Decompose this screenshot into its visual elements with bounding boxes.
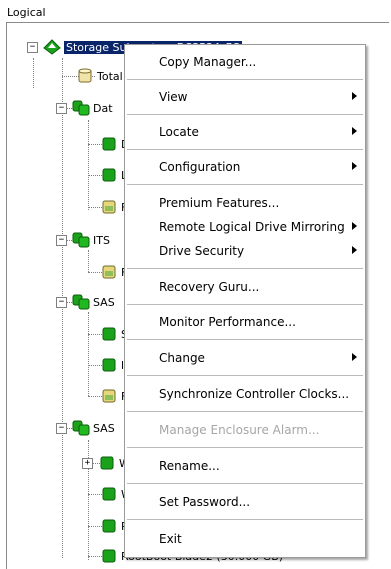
- menu-item-remote-mirroring[interactable]: Remote Logical Drive Mirroring: [125, 216, 365, 238]
- collapse-icon[interactable]: −: [56, 102, 67, 114]
- menu-item-label: Synchronize Controller Clocks...: [159, 387, 350, 401]
- menu-item-set-password[interactable]: Set Password...: [125, 491, 365, 513]
- menu-separator: [127, 339, 363, 340]
- submenu-arrow-icon: [352, 246, 357, 254]
- tree-node-label: SAS: [93, 295, 115, 309]
- context-menu: Copy Manager... View Locate Configuratio…: [124, 44, 366, 558]
- collapse-icon[interactable]: −: [56, 422, 67, 434]
- tree-node-group[interactable]: − SAS: [56, 293, 115, 311]
- tree-node-drive-expandable[interactable]: + W: [82, 454, 130, 472]
- submenu-arrow-icon: [352, 92, 357, 100]
- tree-node-group[interactable]: − SAS: [56, 419, 115, 437]
- menu-separator: [127, 268, 363, 269]
- menu-item-manage-enclosure-alarm: Manage Enclosure Alarm...: [125, 419, 365, 441]
- tree-node-group[interactable]: − ITS: [56, 231, 110, 249]
- menu-item-label: Remote Logical Drive Mirroring: [159, 220, 345, 234]
- logical-drive-icon: [102, 327, 116, 341]
- total-capacity-icon: [78, 68, 92, 83]
- menu-item-label: Monitor Performance...: [159, 315, 296, 329]
- menu-item-copy-manager[interactable]: Copy Manager...: [125, 51, 365, 73]
- expand-icon[interactable]: +: [82, 457, 93, 469]
- submenu-arrow-icon: [352, 353, 357, 361]
- menu-item-exit[interactable]: Exit: [125, 528, 365, 550]
- submenu-arrow-icon: [352, 127, 357, 135]
- array-group-icon: [72, 294, 90, 310]
- menu-item-locate[interactable]: Locate: [125, 121, 365, 143]
- menu-separator: [127, 519, 363, 520]
- submenu-arrow-icon: [352, 162, 357, 170]
- logical-drive-icon: [102, 358, 116, 372]
- menu-item-label: Configuration: [159, 160, 241, 174]
- collapse-icon[interactable]: −: [27, 41, 38, 53]
- menu-item-label: Set Password...: [159, 495, 251, 509]
- storage-subsystem-icon: [43, 39, 61, 55]
- menu-item-label: Rename...: [159, 459, 220, 473]
- collapse-icon[interactable]: −: [56, 296, 67, 308]
- menu-item-synchronize-clocks[interactable]: Synchronize Controller Clocks...: [125, 383, 365, 405]
- submenu-arrow-icon: [352, 222, 357, 230]
- menu-item-label: View: [159, 90, 188, 104]
- menu-item-label: Recovery Guru...: [159, 280, 260, 294]
- logical-drive-icon: [102, 549, 116, 563]
- menu-separator: [127, 184, 363, 185]
- array-group-icon: [72, 232, 90, 248]
- menu-item-rename[interactable]: Rename...: [125, 455, 365, 477]
- tree-node-label: ITS: [93, 233, 110, 247]
- menu-separator: [127, 411, 363, 412]
- menu-separator: [127, 79, 363, 80]
- menu-separator: [127, 304, 363, 305]
- menu-item-recovery-guru[interactable]: Recovery Guru...: [125, 276, 365, 298]
- menu-separator: [127, 447, 363, 448]
- tree-node-total[interactable]: Total: [76, 67, 123, 85]
- menu-separator: [127, 375, 363, 376]
- free-capacity-icon: [102, 265, 116, 279]
- array-group-icon: [72, 420, 90, 436]
- free-capacity-icon: [102, 200, 116, 214]
- logical-drive-icon: [102, 168, 116, 182]
- logical-drive-icon: [100, 456, 114, 470]
- menu-separator: [127, 114, 363, 115]
- menu-item-label: Copy Manager...: [159, 55, 257, 69]
- menu-item-label: Change: [159, 351, 205, 365]
- menu-item-label: Locate: [159, 125, 199, 139]
- menu-item-configuration[interactable]: Configuration: [125, 156, 365, 178]
- tree-node-label: Total: [97, 69, 123, 83]
- logical-drive-icon: [102, 519, 116, 533]
- menu-item-view[interactable]: View: [125, 86, 365, 108]
- tree-node-label: SAS: [93, 421, 115, 435]
- tree-node-label: Dat: [93, 101, 113, 115]
- menu-item-label: Exit: [159, 532, 182, 546]
- menu-item-label: Manage Enclosure Alarm...: [159, 423, 320, 437]
- logical-drive-icon: [102, 137, 116, 151]
- menu-item-label: Premium Features...: [159, 196, 280, 210]
- menu-item-label: Drive Security: [159, 244, 245, 258]
- menu-separator: [127, 149, 363, 150]
- free-capacity-icon: [102, 389, 116, 403]
- menu-item-drive-security[interactable]: Drive Security: [125, 240, 365, 262]
- logical-drive-icon: [102, 487, 116, 501]
- menu-item-premium-features[interactable]: Premium Features...: [125, 192, 365, 214]
- collapse-icon[interactable]: −: [56, 234, 67, 246]
- menu-separator: [127, 483, 363, 484]
- array-group-icon: [72, 100, 90, 116]
- menu-item-change[interactable]: Change: [125, 347, 365, 369]
- menu-item-monitor-performance[interactable]: Monitor Performance...: [125, 311, 365, 333]
- tree-node-group[interactable]: − Dat: [56, 99, 113, 117]
